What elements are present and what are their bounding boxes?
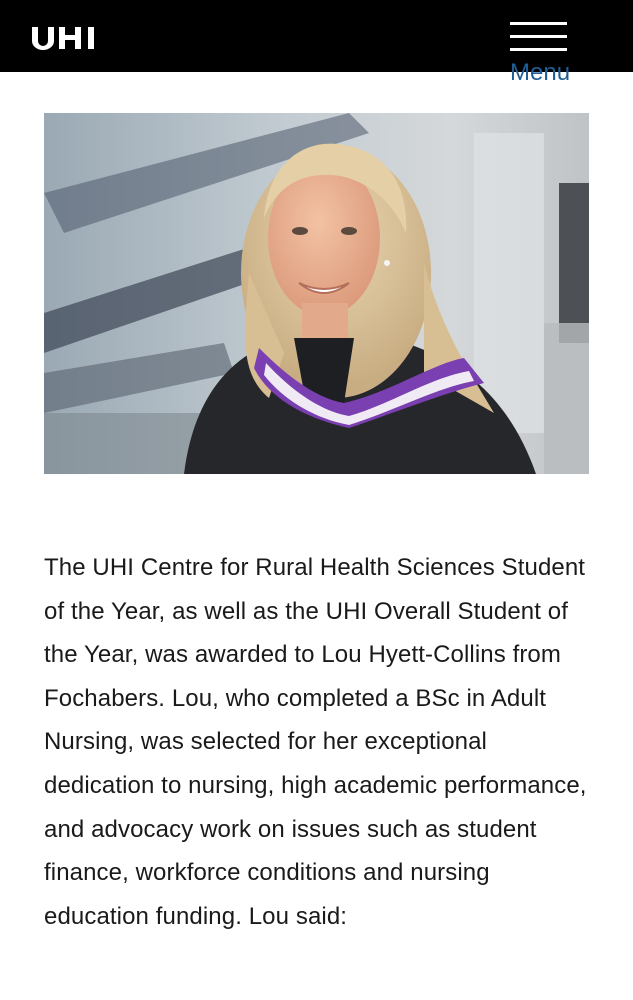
site-header: Menu — [0, 0, 633, 86]
hamburger-icon-bar — [510, 48, 567, 51]
hamburger-icon-bar — [510, 35, 567, 38]
article-paragraph: The UHI Centre for Rural Health Sciences… — [44, 554, 587, 930]
menu-button[interactable]: Menu — [506, 20, 576, 90]
hamburger-icon — [510, 22, 567, 25]
uhi-logo[interactable] — [30, 25, 100, 51]
graduate-portrait-photo — [44, 113, 589, 474]
menu-label: Menu — [510, 59, 571, 86]
